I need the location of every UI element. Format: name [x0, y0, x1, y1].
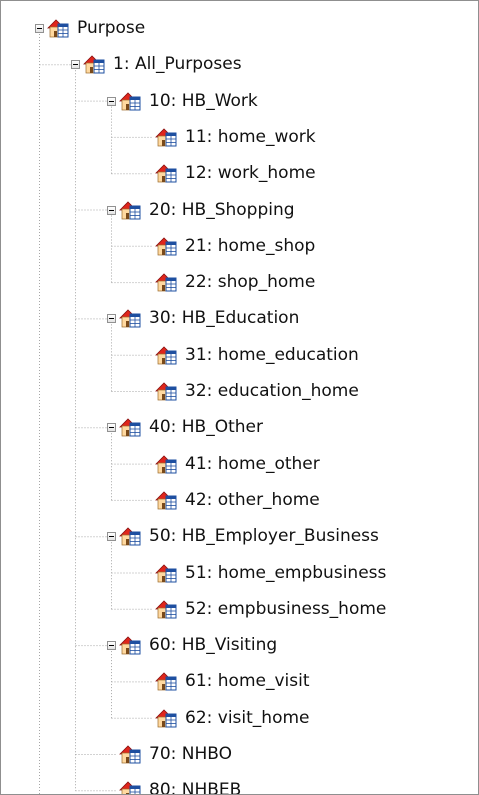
- purpose-tree-view[interactable]: Purpose 1: All_Purposes 10: HB_Work 11: …: [0, 0, 479, 795]
- house-table-icon: [155, 671, 177, 691]
- tree-node-label[interactable]: Purpose: [75, 18, 147, 38]
- tree-node-label[interactable]: 11: home_work: [183, 127, 318, 147]
- tree-node-label[interactable]: 40: HB_Other: [147, 417, 265, 437]
- tree-node-label[interactable]: 42: other_home: [183, 490, 322, 510]
- tree-node-label[interactable]: 1: All_Purposes: [111, 54, 244, 74]
- house-table-icon: [119, 91, 141, 111]
- house-table-icon: [119, 744, 141, 764]
- tree-node-label[interactable]: 62: visit_home: [183, 708, 312, 728]
- tree-node-41[interactable]: 41: home_other: [1, 453, 471, 475]
- tree-node-1[interactable]: 1: All_Purposes: [1, 53, 471, 75]
- house-table-icon: [155, 563, 177, 583]
- house-table-icon: [155, 345, 177, 365]
- tree-node-label[interactable]: 22: shop_home: [183, 272, 317, 292]
- tree-node-62[interactable]: 62: visit_home: [1, 707, 471, 729]
- house-table-icon: [155, 490, 177, 510]
- tree-node-label[interactable]: 70: NHBO: [147, 744, 234, 764]
- tree-node-label[interactable]: 60: HB_Visiting: [147, 635, 279, 655]
- house-table-icon: [119, 635, 141, 655]
- house-table-icon: [155, 127, 177, 147]
- house-table-icon: [119, 308, 141, 328]
- house-table-icon: [155, 454, 177, 474]
- house-table-icon: [155, 163, 177, 183]
- tree-node-label[interactable]: 51: home_empbusiness: [183, 563, 388, 583]
- tree-node-61[interactable]: 61: home_visit: [1, 670, 471, 692]
- tree-node-label[interactable]: 50: HB_Employer_Business: [147, 526, 381, 546]
- house-table-icon: [119, 526, 141, 546]
- tree-node-11[interactable]: 11: home_work: [1, 126, 471, 148]
- tree-node-label[interactable]: 32: education_home: [183, 381, 361, 401]
- collapse-toggle-icon[interactable]: [107, 314, 116, 324]
- house-table-icon: [155, 272, 177, 292]
- house-table-icon: [155, 381, 177, 401]
- tree-node-label[interactable]: 12: work_home: [183, 163, 318, 183]
- tree-node-40[interactable]: 40: HB_Other: [1, 416, 471, 438]
- tree-node-label[interactable]: 21: home_shop: [183, 236, 317, 256]
- tree-node-20[interactable]: 20: HB_Shopping: [1, 199, 471, 221]
- tree-node-label[interactable]: 10: HB_Work: [147, 91, 260, 111]
- collapse-toggle-icon[interactable]: [107, 205, 116, 215]
- house-table-icon: [119, 200, 141, 220]
- tree-node-80[interactable]: 80: NHBEB: [1, 779, 471, 794]
- collapse-toggle-icon[interactable]: [107, 641, 116, 651]
- tree-node-22[interactable]: 22: shop_home: [1, 271, 471, 293]
- tree-node-label[interactable]: 41: home_other: [183, 454, 322, 474]
- tree-node-42[interactable]: 42: other_home: [1, 489, 471, 511]
- tree-node-label[interactable]: 31: home_education: [183, 345, 361, 365]
- tree-node-label[interactable]: 30: HB_Education: [147, 308, 301, 328]
- tree-node-label[interactable]: 80: NHBEB: [147, 780, 243, 794]
- house-table-icon: [119, 417, 141, 437]
- collapse-toggle-icon[interactable]: [107, 423, 116, 433]
- house-table-icon: [83, 54, 105, 74]
- house-table-icon: [155, 599, 177, 619]
- tree-node-31[interactable]: 31: home_education: [1, 344, 471, 366]
- tree-node-10[interactable]: 10: HB_Work: [1, 90, 471, 112]
- collapse-toggle-icon[interactable]: [107, 96, 116, 106]
- collapse-toggle-icon[interactable]: [35, 24, 44, 33]
- tree-node-12[interactable]: 12: work_home: [1, 162, 471, 184]
- tree-node-60[interactable]: 60: HB_Visiting: [1, 634, 471, 656]
- collapse-toggle-icon[interactable]: [107, 532, 116, 542]
- tree-node-32[interactable]: 32: education_home: [1, 380, 471, 402]
- house-table-icon: [155, 708, 177, 728]
- tree-node-70[interactable]: 70: NHBO: [1, 743, 471, 765]
- tree-node-30[interactable]: 30: HB_Education: [1, 307, 471, 329]
- tree-node-label[interactable]: 52: empbusiness_home: [183, 599, 388, 619]
- tree-node-51[interactable]: 51: home_empbusiness: [1, 562, 471, 584]
- collapse-toggle-icon[interactable]: [71, 60, 80, 70]
- tree-node-purpose[interactable]: Purpose: [1, 17, 471, 39]
- tree-node-21[interactable]: 21: home_shop: [1, 235, 471, 257]
- tree-node-label[interactable]: 61: home_visit: [183, 671, 312, 691]
- house-table-icon: [119, 780, 141, 794]
- house-table-icon: [155, 236, 177, 256]
- tree-node-label[interactable]: 20: HB_Shopping: [147, 200, 297, 220]
- house-table-icon: [47, 18, 69, 38]
- tree-node-52[interactable]: 52: empbusiness_home: [1, 598, 471, 620]
- tree-node-50[interactable]: 50: HB_Employer_Business: [1, 525, 471, 547]
